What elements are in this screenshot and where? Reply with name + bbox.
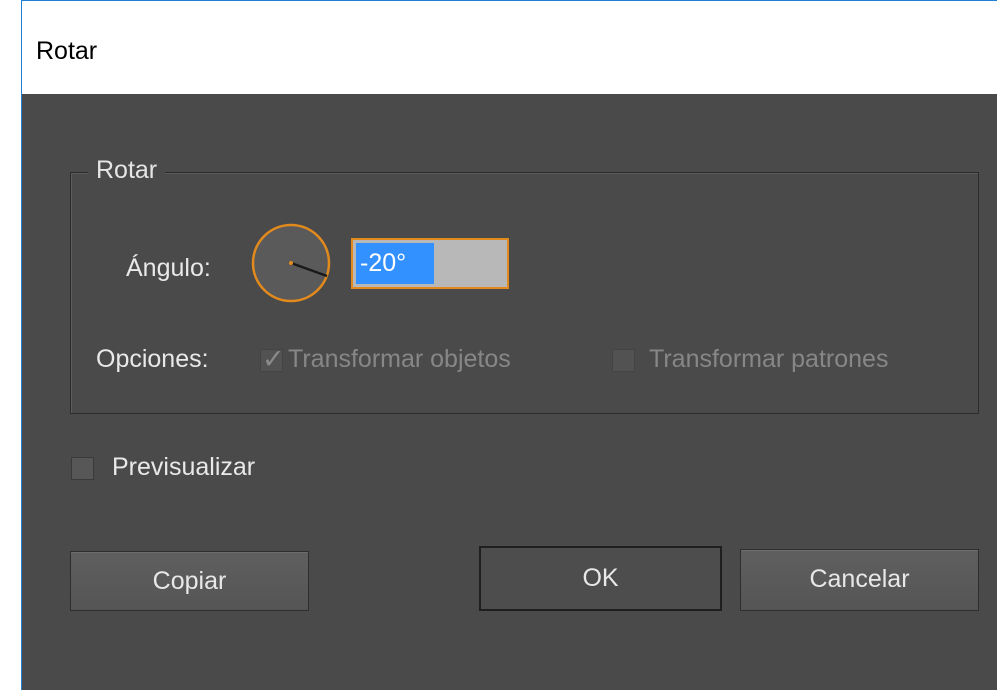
angle-label: Ángulo: [126, 254, 211, 282]
checkmark-icon: ✓ [262, 344, 285, 374]
options-label: Opciones: [96, 345, 209, 373]
rotate-group-box [70, 172, 979, 414]
transform-patterns-label: Transformar patrones [649, 345, 889, 373]
transform-patterns-checkbox[interactable] [612, 349, 635, 372]
title-bar[interactable]: Rotar [22, 1, 997, 94]
angle-dial[interactable] [250, 222, 332, 304]
ok-button[interactable]: OK [479, 546, 722, 611]
copy-button[interactable]: Copiar [70, 551, 309, 611]
angle-input-value: -20° [356, 243, 434, 284]
rotate-dialog: Rotar Rotar Ángulo: -20° Opciones: ✓ Tra… [21, 0, 997, 690]
transform-objects-label: Transformar objetos [288, 345, 511, 373]
transform-objects-checkbox[interactable]: ✓ [260, 344, 285, 374]
rotate-group-legend: Rotar [88, 156, 166, 185]
dialog-title: Rotar [36, 37, 98, 65]
preview-label: Previsualizar [112, 453, 256, 481]
preview-checkbox[interactable] [71, 457, 94, 480]
cancel-button[interactable]: Cancelar [740, 549, 979, 611]
angle-input[interactable]: -20° [351, 238, 509, 289]
